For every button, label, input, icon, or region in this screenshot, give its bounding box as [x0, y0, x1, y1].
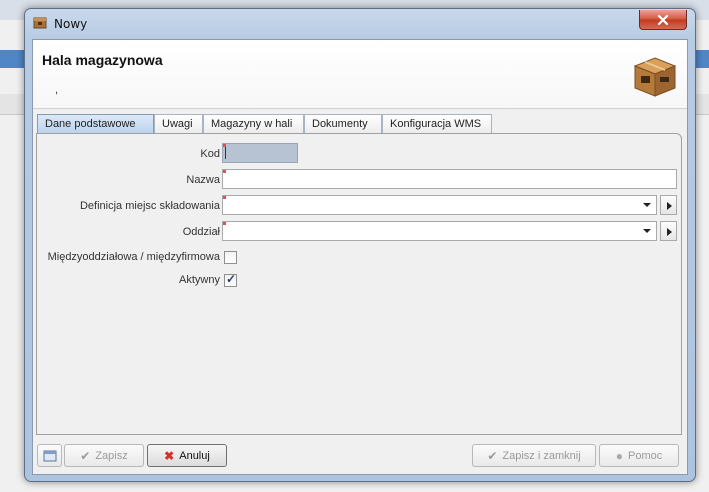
chevron-down-icon: [643, 203, 651, 207]
box-icon: [33, 17, 47, 29]
aktywny-checkbox[interactable]: ✓: [224, 272, 237, 287]
nazwa-input[interactable]: [222, 169, 677, 189]
arrow-right-icon: [667, 202, 672, 210]
close-icon: [657, 14, 669, 25]
miedzyoddzialowa-checkbox[interactable]: [224, 251, 237, 264]
warehouse-box-icon: [633, 57, 677, 97]
definicja-open-button[interactable]: [660, 195, 677, 215]
dialog-client: Hala magazynowa , Dane podstawowe Uwagi …: [32, 39, 688, 475]
tab-dane-podstawowe[interactable]: Dane podstawowe: [37, 114, 154, 133]
kod-input[interactable]: [222, 143, 298, 163]
header-panel: Hala magazynowa ,: [33, 40, 687, 109]
kod-label: Kod: [200, 148, 220, 160]
page-title: Hala magazynowa: [42, 52, 163, 68]
tab-magazyny-w-hali[interactable]: Magazyny w hali: [203, 114, 304, 133]
oddzial-label: Oddział: [182, 226, 220, 238]
button-bar: ✔ Zapisz ✖ Anuluj ✔ Zapisz i zamknij ● P…: [33, 440, 687, 474]
chevron-down-icon: [643, 229, 651, 233]
oddzial-open-button[interactable]: [660, 221, 677, 241]
check-icon: ✔: [80, 448, 91, 463]
oddzial-dropdown[interactable]: [222, 221, 657, 241]
tab-konfiguracja-wms[interactable]: Konfiguracja WMS: [382, 114, 492, 133]
required-marker: [223, 170, 226, 173]
pomoc-button[interactable]: ● Pomoc: [599, 444, 679, 467]
title-bar[interactable]: Nowy: [25, 9, 695, 37]
zapisz-i-zamknij-label: Zapisz i zamknij: [502, 449, 581, 462]
definicja-label: Definicja miejsc składowania: [79, 200, 220, 212]
tab-uwagi[interactable]: Uwagi: [154, 114, 203, 133]
tab-panel-dane-podstawowe: Kod Nazwa Definicja miejsc składowania O…: [36, 133, 682, 435]
text-caret: [225, 147, 226, 159]
zapisz-i-zamknij-button[interactable]: ✔ Zapisz i zamknij: [472, 444, 596, 467]
window-title: Nowy: [54, 17, 88, 31]
miedzyoddzialowa-label: Międzyoddziałowa / międzyfirmowa: [47, 251, 220, 263]
arrow-right-icon: [667, 228, 672, 236]
help-circle-icon: ●: [615, 448, 623, 463]
zapisz-label: Zapisz: [95, 449, 128, 462]
tab-strip: Dane podstawowe Uwagi Magazyny w hali Do…: [37, 114, 683, 134]
check-icon: ✔: [487, 448, 498, 463]
aktywny-label: Aktywny: [179, 274, 220, 286]
required-marker: [223, 222, 226, 225]
cancel-x-icon: ✖: [164, 448, 175, 463]
zapisz-button[interactable]: ✔ Zapisz: [64, 444, 144, 467]
page-subtitle: ,: [55, 84, 59, 96]
pomoc-label: Pomoc: [628, 449, 663, 462]
anuluj-label: Anuluj: [179, 449, 210, 462]
checkmark-icon: ✓: [226, 272, 237, 286]
required-marker: [223, 196, 226, 199]
tab-dokumenty[interactable]: Dokumenty: [304, 114, 382, 133]
anuluj-button[interactable]: ✖ Anuluj: [147, 444, 227, 467]
dialog-window: Nowy Hala magazynowa , Dane podstawowe U…: [24, 8, 696, 482]
window-options-button[interactable]: [37, 444, 62, 467]
definicja-dropdown[interactable]: [222, 195, 657, 215]
close-button[interactable]: [639, 10, 687, 30]
window-icon: [43, 450, 56, 461]
nazwa-label: Nazwa: [186, 174, 220, 186]
